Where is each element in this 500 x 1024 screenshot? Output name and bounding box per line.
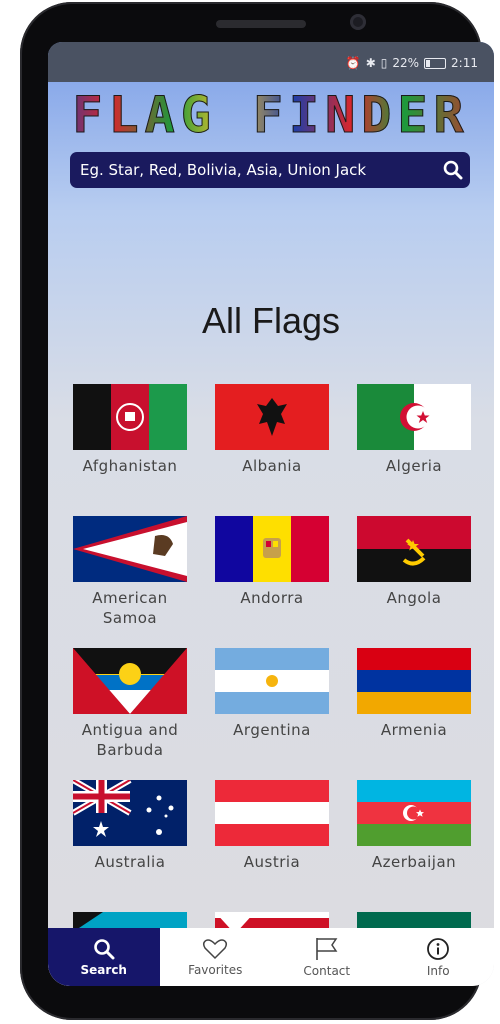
- flag-australia-image: [73, 780, 187, 846]
- tab-favorites[interactable]: Favorites: [160, 928, 272, 986]
- flag-card-albania[interactable]: Albania: [215, 384, 329, 476]
- vibrate-icon: ▯: [380, 56, 388, 70]
- flag-argentina-image: [215, 648, 329, 714]
- search-bar[interactable]: [70, 152, 470, 188]
- flag-algeria-image: [357, 384, 471, 450]
- flag-card-australia[interactable]: Australia: [73, 780, 187, 872]
- tab-search[interactable]: Search: [48, 928, 160, 986]
- tab-label: Favorites: [188, 962, 243, 977]
- flag-name: Andorra: [240, 589, 304, 607]
- flag-card-austria[interactable]: Austria: [215, 780, 329, 872]
- speaker: [216, 20, 306, 28]
- heart-icon: [203, 938, 228, 959]
- search-icon: [93, 938, 115, 959]
- flag-name: Argentina: [233, 721, 311, 739]
- flag-name: Australia: [94, 853, 166, 871]
- phone-frame: ⏰ ✱ ▯ 22% 2:11 FLAG FINDER All Flags: [20, 2, 494, 1020]
- clock: 2:11: [451, 56, 478, 70]
- flag-name: Albania: [242, 457, 302, 475]
- flag-armenia-image: [357, 648, 471, 714]
- alarm-icon: ⏰: [345, 56, 361, 70]
- bluetooth-icon: ✱: [365, 56, 376, 70]
- flag-antigua-and-barbuda-image: [73, 648, 187, 714]
- flag-card-angola[interactable]: Angola: [357, 516, 471, 608]
- flag-name: Angola: [386, 589, 442, 607]
- tab-contact[interactable]: Contact: [271, 928, 383, 986]
- flag-austria-image: [215, 780, 329, 846]
- flag-afghanistan-image: [73, 384, 187, 450]
- flag-american-samoa-image: [73, 516, 187, 582]
- app-title: FLAG FINDER: [48, 86, 494, 145]
- info-icon: [427, 937, 450, 960]
- flag-name: Antigua and Barbuda: [81, 721, 179, 759]
- flag-card-azerbaijan[interactable]: Azerbaijan: [357, 780, 471, 872]
- flag-card-algeria[interactable]: Algeria: [357, 384, 471, 476]
- tab-label: Search: [80, 962, 127, 977]
- flag-name: Afghanistan: [82, 457, 178, 475]
- flag-name: Algeria: [385, 457, 443, 475]
- bottom-tab-bar: Search Favorites Contact Info: [48, 928, 494, 986]
- screen: ⏰ ✱ ▯ 22% 2:11 FLAG FINDER All Flags: [48, 42, 494, 986]
- status-bar: ⏰ ✱ ▯ 22% 2:11: [48, 42, 494, 82]
- section-heading: All Flags: [201, 300, 341, 341]
- battery-percent: 22%: [392, 56, 420, 70]
- tab-label: Info: [426, 963, 450, 978]
- tab-label: Contact: [303, 963, 351, 978]
- flag-card-american-samoa[interactable]: American Samoa: [73, 516, 187, 628]
- flag-name: Armenia: [380, 721, 448, 739]
- flag-card-andorra[interactable]: Andorra: [215, 516, 329, 608]
- tab-info[interactable]: Info: [383, 928, 495, 986]
- flag-andorra-image: [215, 516, 329, 582]
- flag-card-antigua-and-barbuda[interactable]: Antigua and Barbuda: [73, 648, 187, 760]
- flag-azerbaijan-image: [357, 780, 471, 846]
- flag-card-armenia[interactable]: Armenia: [357, 648, 471, 740]
- flag-angola-image: [357, 516, 471, 582]
- flag-name: Austria: [243, 853, 301, 871]
- flag-albania-image: [215, 384, 329, 450]
- battery-icon: [424, 57, 447, 69]
- front-camera: [350, 14, 366, 30]
- flag-name: Azerbaijan: [371, 853, 457, 871]
- flag-name: American Samoa: [92, 589, 168, 627]
- flag-card-afghanistan[interactable]: Afghanistan: [73, 384, 187, 476]
- search-icon[interactable]: [436, 160, 470, 180]
- search-input[interactable]: [70, 160, 436, 180]
- flag-icon: [315, 937, 338, 960]
- flag-card-argentina[interactable]: Argentina: [215, 648, 329, 740]
